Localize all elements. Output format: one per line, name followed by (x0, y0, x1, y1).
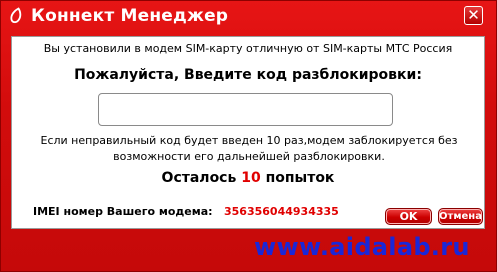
unlock-code-input[interactable] (98, 93, 393, 126)
watermark-text: www.aidalab.ru (254, 233, 470, 261)
attempts-count: 10 (241, 170, 261, 186)
imei-label: IMEI номер Вашего модема: (33, 205, 213, 218)
attempts-remaining: Осталось 10 попыток (12, 170, 484, 186)
cancel-button[interactable]: Отмена (438, 208, 483, 225)
sim-info-text: Вы установили в модем SIM-карту отличную… (43, 42, 453, 55)
imei-value: 356356044934335 (224, 205, 339, 218)
attempts-prefix: Осталось (161, 170, 237, 186)
close-button[interactable]: ✕ (464, 6, 483, 25)
dialog-window: Коннект Менеджер ✕ Вы установили в модем… (0, 0, 497, 272)
unlock-prompt: Пожалуйста, Введите код разблокировки: (74, 67, 422, 83)
dialog-panel: Вы установили в модем SIM-карту отличную… (11, 36, 485, 229)
window-title: Коннект Менеджер (31, 6, 229, 26)
mts-logo-icon (10, 7, 22, 24)
close-icon: ✕ (467, 6, 480, 24)
ok-button[interactable]: OK (385, 208, 432, 225)
attempts-suffix: попыток (265, 170, 335, 186)
title-bar[interactable]: Коннект Менеджер ✕ (1, 1, 496, 34)
block-warning-text: Если неправильный код будет введен 10 ра… (40, 134, 458, 163)
